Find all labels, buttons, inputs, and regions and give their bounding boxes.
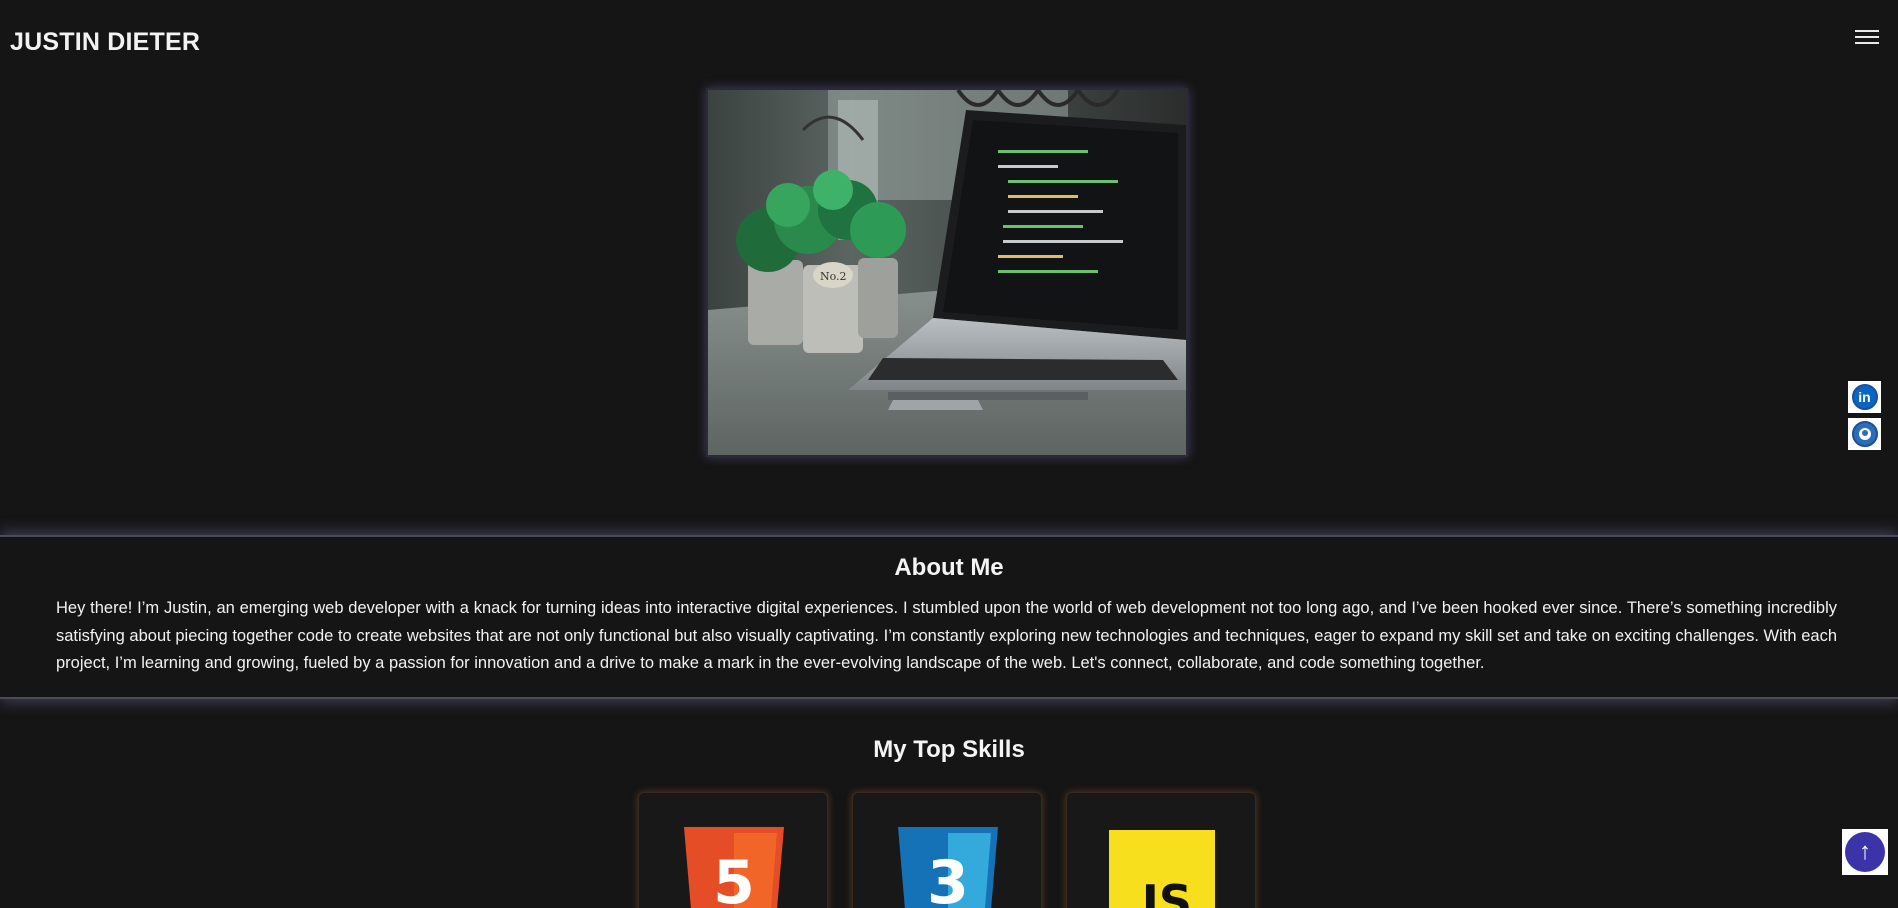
svg-text:5: 5 [713, 848, 755, 908]
page: JUSTIN DIETER No.2 in About Me Hey there… [0, 0, 1898, 908]
arrow-up-icon: ↑ [1845, 832, 1885, 872]
linkedin-link[interactable]: in [1848, 381, 1881, 413]
github-link[interactable] [1848, 418, 1881, 450]
skills-title: My Top Skills [873, 736, 1025, 763]
about-section: About Me Hey there! I’m Justin, an emerg… [0, 535, 1898, 699]
about-text: Hey there! I’m Justin, an emerging web d… [56, 599, 1837, 672]
github-icon [1851, 421, 1878, 447]
svg-text:No.2: No.2 [820, 270, 847, 283]
about-title: About Me [894, 554, 1004, 581]
skill-card-javascript[interactable]: JS [1066, 792, 1256, 908]
skill-card-html5[interactable]: 5 [638, 792, 828, 908]
hero-image: No.2 [706, 88, 1188, 457]
linkedin-icon: in [1851, 384, 1878, 410]
html5-icon: 5 [684, 827, 784, 908]
css3-icon: 3 [898, 827, 998, 908]
javascript-icon: JS [1109, 830, 1215, 908]
back-to-top-button[interactable]: ↑ [1842, 829, 1888, 875]
svg-text:3: 3 [927, 848, 969, 908]
skill-card-css3[interactable]: 3 [852, 792, 1042, 908]
site-header: JUSTIN DIETER [0, 0, 1898, 86]
hamburger-menu-icon[interactable] [1855, 30, 1879, 50]
site-brand[interactable]: JUSTIN DIETER [10, 28, 200, 57]
svg-text:JS: JS [1139, 875, 1192, 908]
